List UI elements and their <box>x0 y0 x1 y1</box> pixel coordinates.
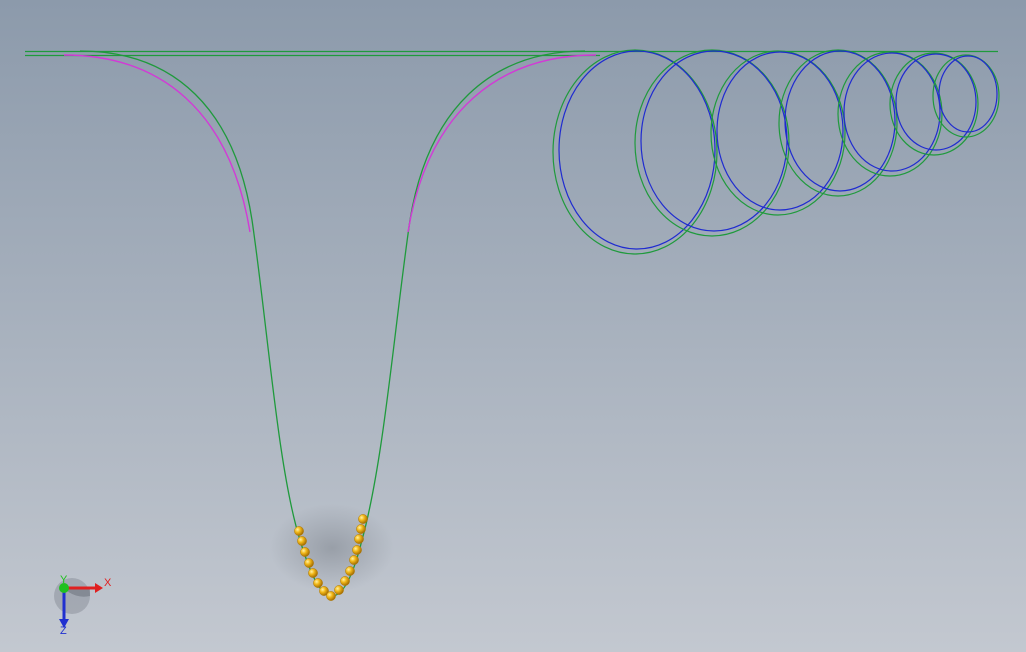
triad-z-label: Z <box>60 625 67 637</box>
ball[interactable] <box>300 547 310 557</box>
helix-loops[interactable] <box>552 49 1000 255</box>
left-arc-highlight[interactable] <box>63 54 251 233</box>
helix-loop-inner[interactable] <box>558 50 716 250</box>
ball[interactable] <box>334 585 344 595</box>
ball[interactable] <box>304 558 314 568</box>
right-arc-highlight[interactable] <box>407 54 597 233</box>
ball[interactable] <box>294 526 304 536</box>
triad-x-label: X <box>104 577 112 589</box>
ball[interactable] <box>352 545 362 555</box>
model-scene[interactable]: X Y Z <box>0 0 1026 652</box>
helix-loop-inner[interactable] <box>640 50 788 232</box>
ball-shadow <box>270 504 394 592</box>
ball[interactable] <box>297 536 307 546</box>
ball[interactable] <box>345 566 355 576</box>
helix-loop-inner[interactable] <box>784 50 896 192</box>
graphics-viewport[interactable]: X Y Z <box>0 0 1026 652</box>
ball[interactable] <box>326 591 336 601</box>
ball[interactable] <box>340 576 350 586</box>
triad-y-label: Y <box>60 574 68 586</box>
ball[interactable] <box>356 524 366 534</box>
ball[interactable] <box>308 568 318 578</box>
coordinate-triad: X Y Z <box>54 574 112 637</box>
ball[interactable] <box>354 534 364 544</box>
ball[interactable] <box>358 514 368 524</box>
ball[interactable] <box>313 578 323 588</box>
ball[interactable] <box>349 555 359 565</box>
triad-x-arrow <box>95 583 103 593</box>
helix-loop-inner[interactable] <box>938 55 998 133</box>
